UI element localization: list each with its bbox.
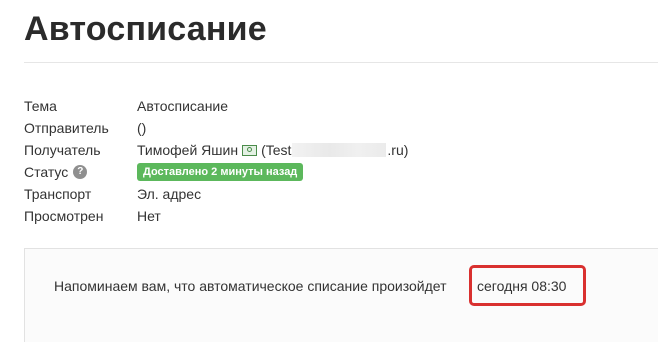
- meta-label-sender: Отправитель: [24, 120, 109, 136]
- meta-value-status: Доставлено 2 минуты назад: [137, 163, 304, 181]
- meta-row-sender: Отправитель (): [24, 117, 408, 139]
- meta-label-status-wrap: Статус ?: [24, 161, 137, 183]
- meta-row-status: Статус ? Доставлено 2 минуты назад: [24, 161, 408, 183]
- meta-label-recipient: Получатель: [24, 142, 101, 158]
- meta-label-viewed: Просмотрен: [24, 208, 104, 224]
- meta-value-transport: Эл. адрес: [137, 186, 202, 202]
- message-meta: Тема Автосписание Отправитель () Получат…: [24, 95, 408, 227]
- highlighted-time: сегодня 08:30: [477, 278, 567, 294]
- meta-value-sender: (): [137, 120, 147, 136]
- meta-label-transport: Транспорт: [24, 186, 92, 202]
- recipient-name-link[interactable]: Тимофей Яшин: [137, 139, 238, 161]
- money-icon: [242, 144, 258, 156]
- recipient-email-open: (Test: [261, 142, 292, 158]
- question-circle-icon[interactable]: ?: [73, 165, 88, 179]
- message-body-text: Напоминаем вам, что автоматическое списа…: [54, 278, 447, 294]
- meta-value-subject: Автосписание: [137, 98, 229, 114]
- meta-row-subject: Тема Автосписание: [24, 95, 408, 117]
- meta-value-viewed: Нет: [137, 208, 161, 224]
- meta-row-transport: Транспорт Эл. адрес: [24, 183, 408, 205]
- message-detail-page: Автосписание Тема Автосписание Отправите…: [0, 0, 658, 342]
- meta-label-status: Статус: [24, 164, 69, 180]
- meta-value-recipient: Тимофей Яшин (Test .ru): [137, 139, 408, 161]
- meta-row-viewed: Просмотрен Нет: [24, 205, 408, 227]
- title-divider: [24, 62, 658, 63]
- redacted-email-blur: [292, 143, 387, 157]
- status-badge: Доставлено 2 минуты назад: [137, 163, 304, 181]
- page-title: Автосписание: [24, 10, 267, 48]
- meta-row-recipient: Получатель Тимофей Яшин (Test .ru): [24, 139, 408, 161]
- meta-label-subject: Тема: [24, 98, 57, 114]
- recipient-email-close: .ru): [387, 142, 409, 158]
